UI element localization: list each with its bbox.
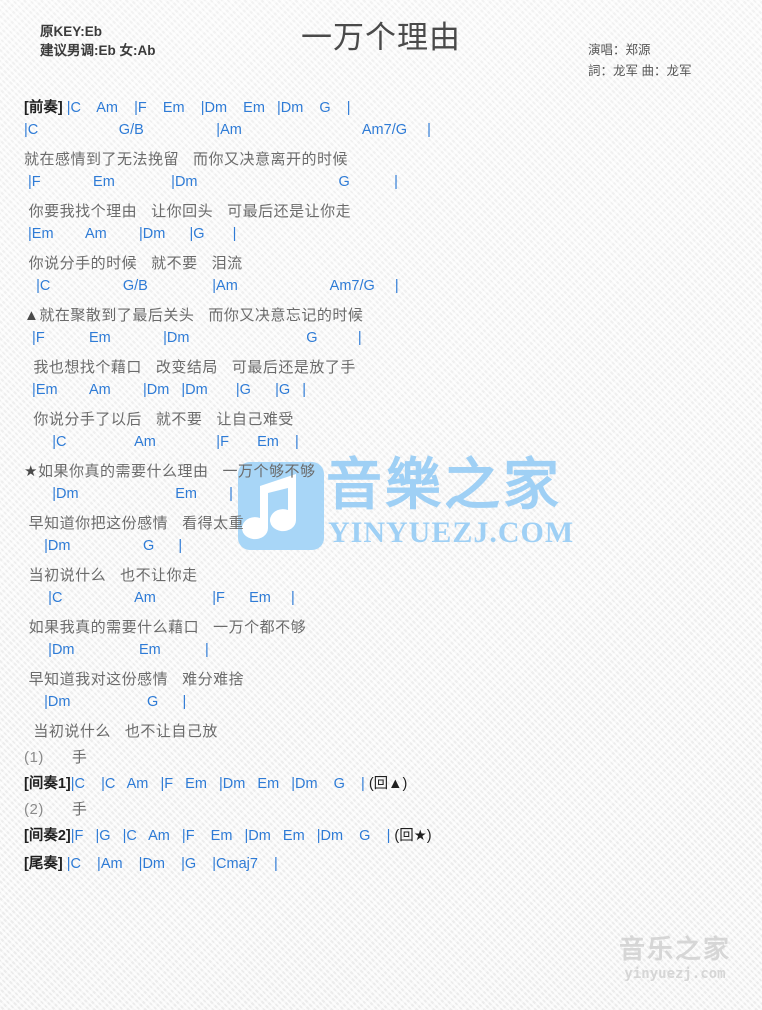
chord-sheet: 原KEY:Eb 建议男调:Eb 女:Ab 一万个理由 演唱：郑源 詞：龙军 曲：… (0, 0, 762, 1010)
section-chords: |C |C Am |F Em |Dm Em |Dm G | (70, 776, 365, 792)
chord-line: |Dm Em | (24, 642, 209, 658)
section-marker-icon: ▲ (24, 307, 40, 324)
chord-line: |C G/B |Am Am7/G | (24, 122, 431, 138)
section-chords: |C |Am |Dm |G |Cmaj7 | (62, 856, 278, 872)
lyric-line: ★如果你真的需要什么理由 一万个够不够 (24, 463, 316, 480)
lyric-line: (2) 手 (24, 801, 88, 818)
lyric-line: 当初说什么 也不让自己放 (24, 723, 218, 740)
lyric-line: 如果我真的需要什么藉口 一万个都不够 (24, 619, 307, 636)
lyric-line: 你说分手的时候 就不要 泪流 (24, 255, 243, 272)
verse-number: (2) (24, 801, 44, 818)
lyric-line: 早知道你把这份感情 看得太重 (24, 515, 245, 532)
lyric-line: 当初说什么 也不让你走 (24, 567, 198, 584)
chord-line: |Dm G | (24, 694, 187, 710)
section-line: [间奏2]|F |G |C Am |F Em |Dm Em |Dm G | (回… (24, 824, 432, 845)
repeat-marker: (回▲) (364, 776, 408, 792)
lyric-line: 你说分手了以后 就不要 让自己难受 (24, 411, 294, 428)
verse-number: (1) (24, 749, 44, 766)
repeat-marker: (回★) (390, 828, 432, 844)
chord-line: |Dm Em | (24, 486, 233, 502)
chord-line: |Em Am |Dm |Dm |G |G | (24, 382, 307, 398)
chord-line: |F Em |Dm G | (24, 174, 398, 190)
chord-line: |F Em |Dm G | (24, 330, 362, 346)
lyric-line: 你要我找个理由 让你回头 可最后还是让你走 (24, 203, 352, 220)
section-tag: [间奏2] (24, 828, 71, 844)
lyric-line: 早知道我对这份感情 难分难捨 (24, 671, 245, 688)
chord-line: |C Am |F Em | (24, 434, 299, 450)
section-tag: [尾奏] (24, 856, 63, 872)
lyric-line: (1) 手 (24, 749, 88, 766)
section-tag: [前奏] (24, 100, 63, 116)
section-marker-icon: ★ (24, 463, 38, 480)
section-line: [间奏1]|C |C Am |F Em |Dm Em |Dm G | (回▲) (24, 772, 407, 793)
lyric-line: ▲就在聚散到了最后关头 而你又决意忘记的时候 (24, 307, 364, 324)
chord-lyric-body: [前奏] |C Am |F Em |Dm Em |Dm G | |C G/B |A… (0, 0, 762, 1010)
chord-line: |Dm G | (24, 538, 183, 554)
section-chords: |C Am |F Em |Dm Em |Dm G | (62, 100, 351, 116)
lyric-line: 就在感情到了无法挽留 而你又决意离开的时候 (24, 151, 349, 168)
lyric-line: 我也想找个藉口 改变结局 可最后还是放了手 (24, 359, 356, 376)
section-chords: |F |G |C Am |F Em |Dm Em |Dm G | (70, 828, 391, 844)
chord-line: |C G/B |Am Am7/G | (24, 278, 399, 294)
section-line: [前奏] |C Am |F Em |Dm Em |Dm G | (24, 96, 351, 117)
chord-line: |Em Am |Dm |G | (24, 226, 237, 242)
chord-line: |C Am |F Em | (24, 590, 295, 606)
section-line: [尾奏] |C |Am |Dm |G |Cmaj7 | (24, 852, 278, 873)
section-tag: [间奏1] (24, 776, 71, 792)
